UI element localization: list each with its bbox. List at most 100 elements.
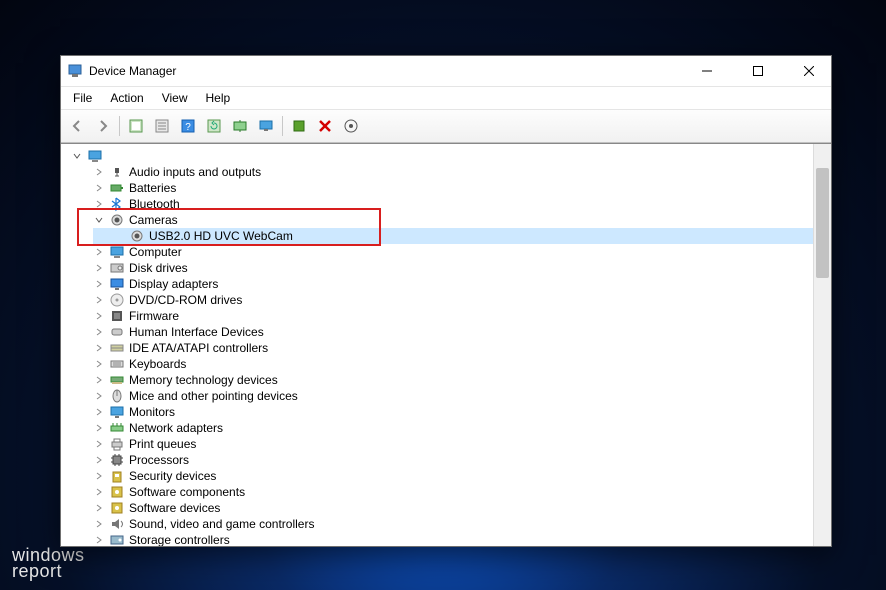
category-label: Print queues [129, 437, 196, 451]
category-software-components[interactable]: Software components [93, 484, 813, 500]
category-mice-and-other-pointing-devices[interactable]: Mice and other pointing devices [93, 388, 813, 404]
nav-forward-button[interactable] [91, 114, 115, 138]
chevron-right-icon [93, 390, 105, 402]
category-sound-video-and-game-controllers[interactable]: Sound, video and game controllers [93, 516, 813, 532]
monitor-icon [109, 404, 125, 420]
toolbar-separator [119, 116, 120, 136]
chevron-right-icon [93, 454, 105, 466]
menu-view[interactable]: View [154, 89, 196, 107]
category-print-queues[interactable]: Print queues [93, 436, 813, 452]
vertical-scrollbar[interactable] [813, 144, 831, 546]
chevron-right-icon [93, 326, 105, 338]
category-storage-controllers[interactable]: Storage controllers [93, 532, 813, 546]
category-display-adapters[interactable]: Display adapters [93, 276, 813, 292]
category-label: Mice and other pointing devices [129, 389, 298, 403]
help-button[interactable]: ? [176, 114, 200, 138]
category-security-devices[interactable]: Security devices [93, 468, 813, 484]
nav-back-button[interactable] [65, 114, 89, 138]
menu-action[interactable]: Action [102, 89, 151, 107]
watermark: windows report [12, 546, 85, 580]
category-label: Software devices [129, 501, 220, 515]
category-label: Keyboards [129, 357, 186, 371]
network-icon [109, 420, 125, 436]
battery-icon [109, 180, 125, 196]
keyboard-icon [109, 356, 125, 372]
chevron-down-icon [93, 214, 105, 226]
chevron-right-icon [93, 342, 105, 354]
category-label: Monitors [129, 405, 175, 419]
disk-icon [109, 260, 125, 276]
toolbar: ? [61, 110, 831, 143]
category-label: Display adapters [129, 277, 218, 291]
titlebar: Device Manager [61, 56, 831, 87]
chevron-right-icon [93, 534, 105, 546]
chevron-right-icon [93, 294, 105, 306]
device-tree[interactable]: Audio inputs and outputsBatteries Bluetoo… [61, 144, 813, 546]
uninstall-button[interactable] [313, 114, 337, 138]
category-label: Bluetooth [129, 197, 180, 211]
category-label: Memory technology devices [129, 373, 278, 387]
category-cameras[interactable]: Cameras [93, 212, 813, 228]
category-software-devices[interactable]: Software devices [93, 500, 813, 516]
processor-icon [109, 452, 125, 468]
monitor-button[interactable] [254, 114, 278, 138]
camera-icon [129, 228, 145, 244]
update-driver-button[interactable] [228, 114, 252, 138]
chevron-right-icon [93, 262, 105, 274]
category-label: Sound, video and game controllers [129, 517, 314, 531]
software-icon [109, 484, 125, 500]
category-memory-technology-devices[interactable]: Memory technology devices [93, 372, 813, 388]
category-processors[interactable]: Processors [93, 452, 813, 468]
chevron-right-icon [93, 310, 105, 322]
menubar: File Action View Help [61, 87, 831, 110]
category-label: Storage controllers [129, 533, 230, 546]
show-hidden-button[interactable] [124, 114, 148, 138]
category-label: Human Interface Devices [129, 325, 264, 339]
device-label: USB2.0 HD UVC WebCam [149, 229, 293, 243]
maximize-button[interactable] [735, 56, 780, 86]
category-dvd-cd-rom-drives[interactable]: DVD/CD-ROM drives [93, 292, 813, 308]
mouse-icon [109, 388, 125, 404]
category-computer[interactable]: Computer [93, 244, 813, 260]
minimize-button[interactable] [684, 56, 729, 86]
menu-file[interactable]: File [65, 89, 100, 107]
category-batteries[interactable]: Batteries [93, 180, 813, 196]
category-human-interface-devices[interactable]: Human Interface Devices [93, 324, 813, 340]
category-label: Batteries [129, 181, 176, 195]
enable-device-button[interactable] [287, 114, 311, 138]
device-usb2-0-hd-uvc-webcam[interactable]: USB2.0 HD UVC WebCam [93, 228, 813, 244]
chevron-right-icon [93, 182, 105, 194]
category-firmware[interactable]: Firmware [93, 308, 813, 324]
chevron-right-icon [93, 518, 105, 530]
display-icon [109, 276, 125, 292]
category-monitors[interactable]: Monitors [93, 404, 813, 420]
properties-button[interactable] [150, 114, 174, 138]
category-ide-ata-atapi-controllers[interactable]: IDE ATA/ATAPI controllers [93, 340, 813, 356]
scrollbar-thumb[interactable] [816, 168, 829, 278]
bluetooth-icon [109, 196, 125, 212]
chevron-right-icon [93, 374, 105, 386]
content-area: Audio inputs and outputsBatteries Bluetoo… [61, 143, 831, 546]
chevron-down-icon [71, 150, 83, 162]
chevron-right-icon [93, 502, 105, 514]
chevron-right-icon [93, 166, 105, 178]
scan-hardware-button[interactable] [339, 114, 363, 138]
security-icon [109, 468, 125, 484]
tree-root[interactable] [71, 148, 813, 164]
category-disk-drives[interactable]: Disk drives [93, 260, 813, 276]
close-button[interactable] [786, 56, 831, 86]
firmware-icon [109, 308, 125, 324]
category-network-adapters[interactable]: Network adapters [93, 420, 813, 436]
dvd-icon [109, 292, 125, 308]
refresh-button[interactable] [202, 114, 226, 138]
sound-icon [109, 516, 125, 532]
category-keyboards[interactable]: Keyboards [93, 356, 813, 372]
category-label: Processors [129, 453, 189, 467]
computer-icon [109, 244, 125, 260]
category-bluetooth[interactable]: Bluetooth [93, 196, 813, 212]
toolbar-separator [282, 116, 283, 136]
category-audio-inputs-and-outputs[interactable]: Audio inputs and outputs [93, 164, 813, 180]
menu-help[interactable]: Help [198, 89, 239, 107]
category-label: Computer [129, 245, 182, 259]
hid-icon [109, 324, 125, 340]
